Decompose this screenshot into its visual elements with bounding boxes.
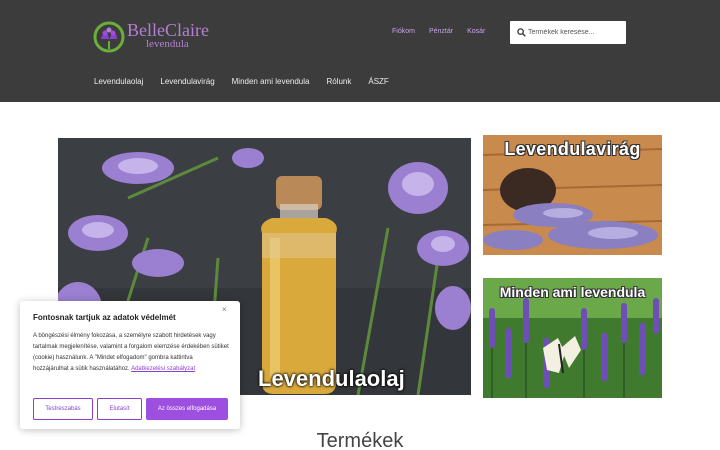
site-logo[interactable]: BelleClaire levendula <box>93 20 223 54</box>
nav-item-terms[interactable]: ÁSZF <box>368 77 388 87</box>
cookie-text: A böngészési élmény fokozása, a személyr… <box>33 331 229 375</box>
search-icon <box>517 28 526 37</box>
account-link[interactable]: Fiókom <box>392 27 415 36</box>
search-input[interactable] <box>528 21 622 44</box>
site-header: BelleClaire levendula Fiókom Pénztár Kos… <box>0 0 720 102</box>
products-section-title: Termékek <box>316 430 404 450</box>
privacy-policy-link[interactable]: Adatkezelési szabályzat <box>131 366 195 372</box>
lavender-logo-icon <box>93 21 125 53</box>
nav-item-about[interactable]: Rólunk <box>326 77 351 87</box>
category-card-lavender-flower[interactable]: Levendulavirág <box>483 135 662 255</box>
logo-name: BelleClaire <box>127 20 209 40</box>
accept-all-button[interactable]: Az összes elfogadása <box>146 398 228 420</box>
card-title-all-lavender: Minden ami levendula <box>499 284 646 300</box>
product-search <box>510 21 626 44</box>
cookie-consent-banner: × Fontosnak tartjuk az adatok védelmét A… <box>20 301 240 429</box>
cookie-title: Fontosnak tartjuk az adatok védelmét <box>33 313 176 322</box>
cart-link[interactable]: Kosár <box>467 27 485 36</box>
checkout-link[interactable]: Pénztár <box>429 27 453 36</box>
reject-button[interactable]: Elutasít <box>97 398 142 420</box>
nav-item-lavender-flower[interactable]: Levendulavirág <box>160 77 214 87</box>
customize-button[interactable]: Testreszabás <box>33 398 93 420</box>
category-card-all-lavender[interactable]: Minden ami levendula <box>483 278 662 398</box>
cookie-actions: Testreszabás Elutasít Az összes elfogadá… <box>33 398 232 420</box>
card-title-lavender-flower: Levendulavirág <box>504 139 641 159</box>
nav-item-lavender-oil[interactable]: Levendulaolaj <box>94 77 143 87</box>
close-icon[interactable]: × <box>222 305 227 315</box>
account-links: Fiókom Pénztár Kosár <box>392 27 499 36</box>
nav-item-all-lavender[interactable]: Minden ami levendula <box>232 77 310 87</box>
logo-subtitle: levendula <box>146 38 189 50</box>
page: BelleClaire levendula Fiókom Pénztár Kos… <box>0 0 720 450</box>
hero-label: Levendulaolaj <box>258 366 405 391</box>
main-nav: Levendulaolaj Levendulavirág Minden ami … <box>94 77 406 87</box>
